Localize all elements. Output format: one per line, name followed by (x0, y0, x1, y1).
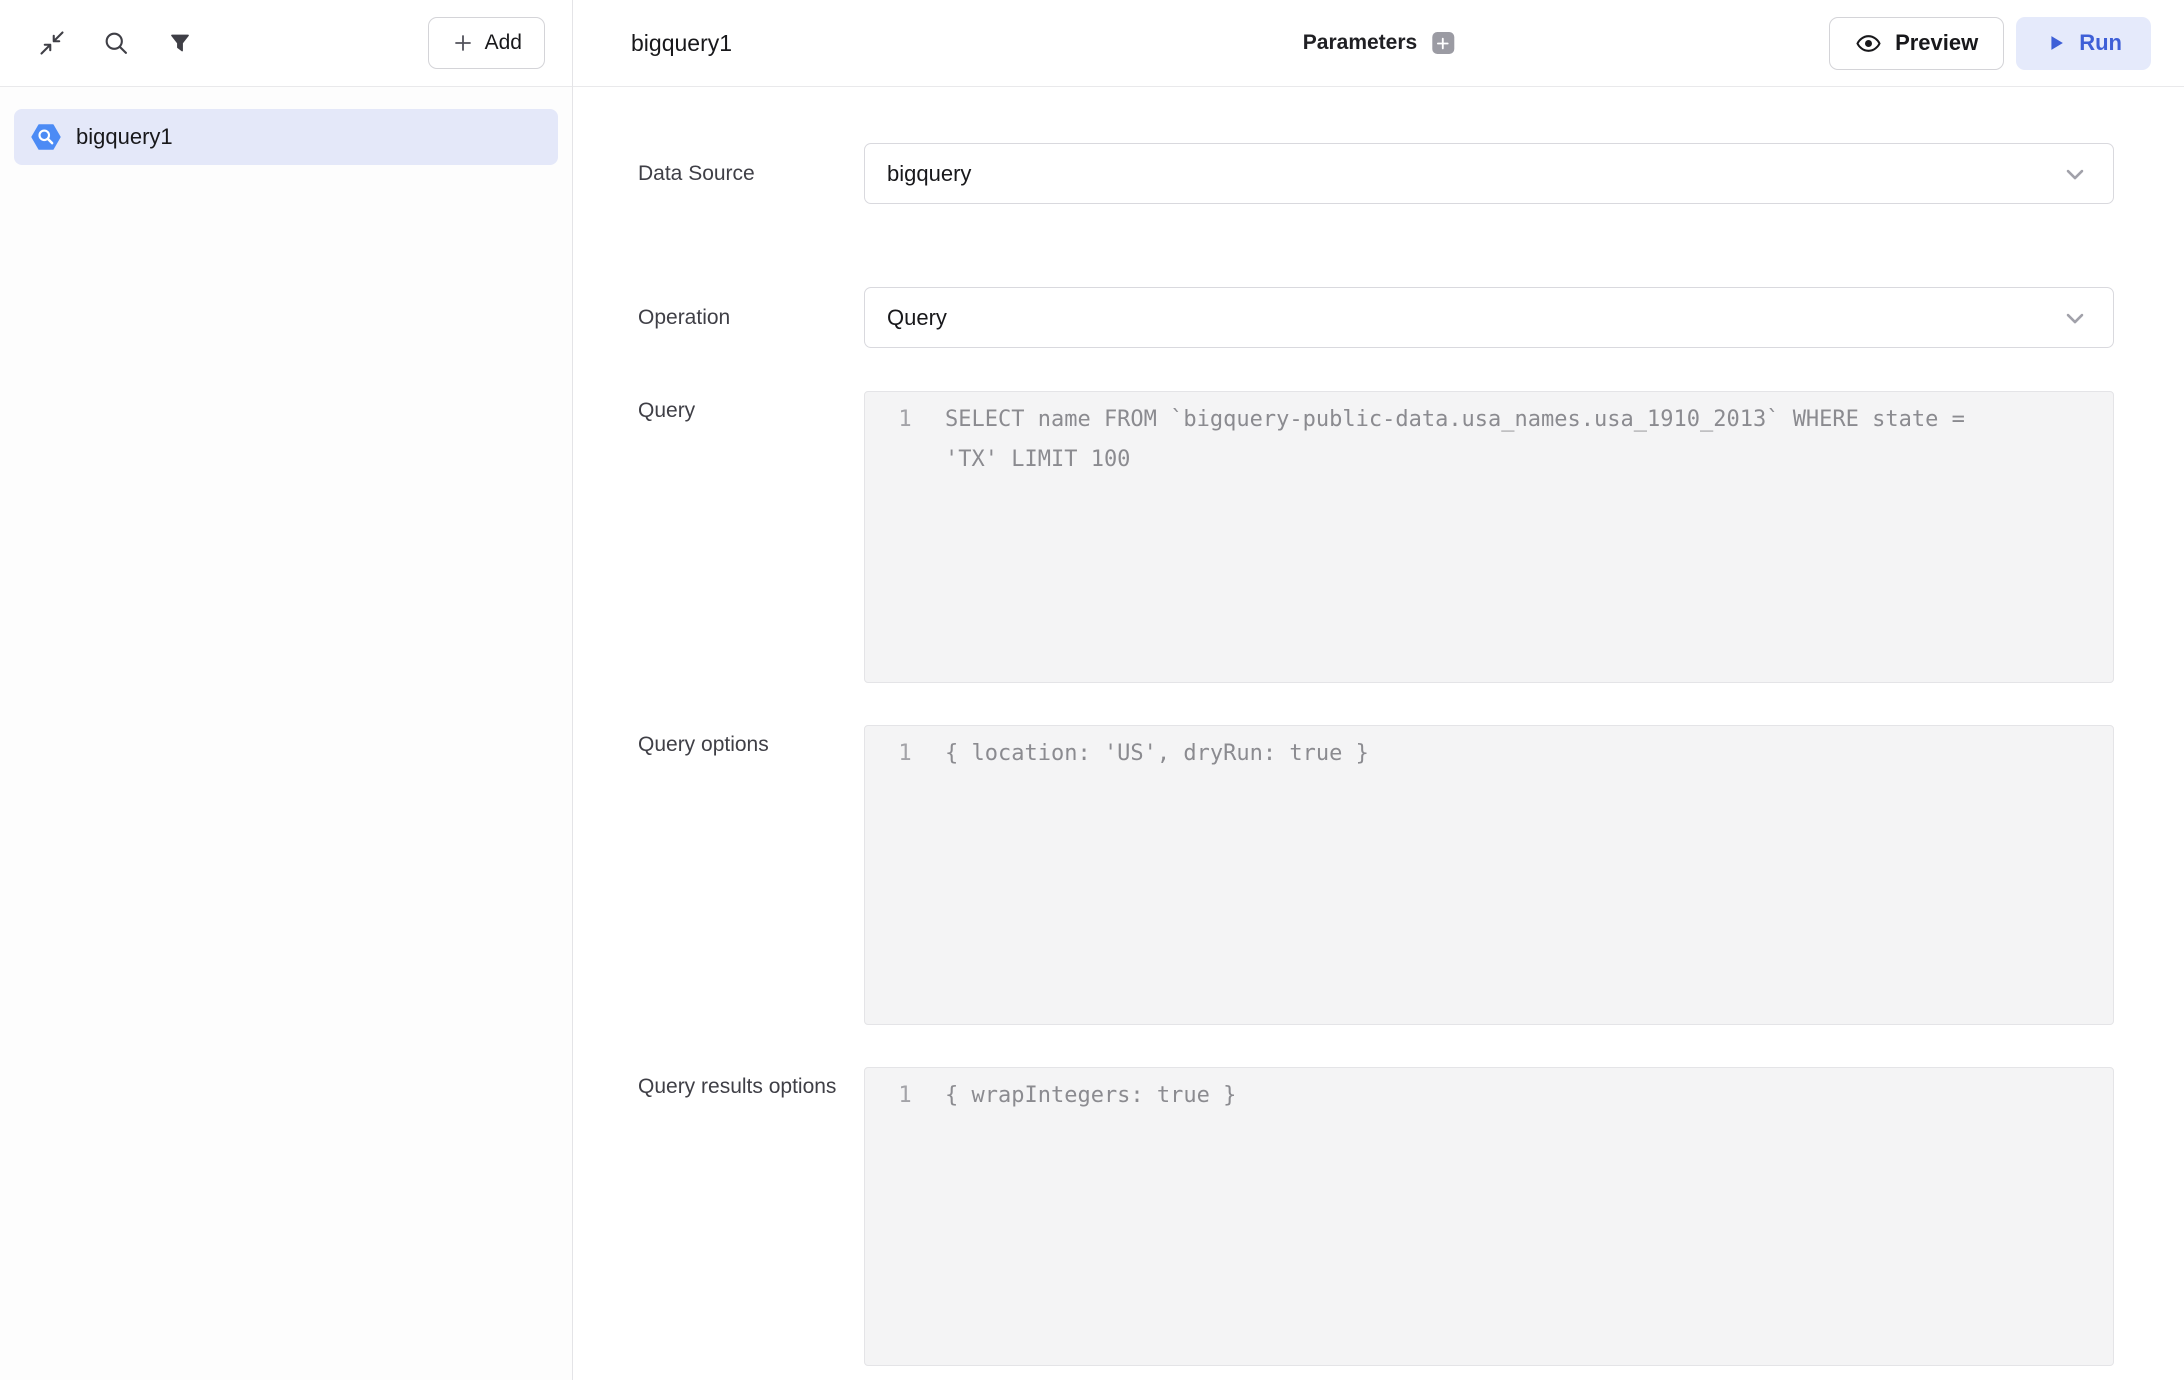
data-source-row: Data Source bigquery (638, 143, 2114, 204)
query-placeholder: SELECT name FROM `bigquery-public-data.u… (945, 400, 1995, 480)
operation-select[interactable]: Query (864, 287, 2114, 348)
parameters-label: Parameters (1303, 31, 1417, 55)
plus-icon (1437, 37, 1450, 50)
query-results-options-editor[interactable]: 1 { wrapIntegers: true } (864, 1067, 2114, 1366)
preview-button-label: Preview (1895, 30, 1978, 56)
query-sidebar: Add bigquery1 (0, 0, 573, 1380)
data-source-label: Data Source (638, 154, 838, 194)
add-button-label: Add (485, 31, 522, 55)
collapse-icon (38, 29, 66, 57)
query-row: Query 1 SELECT name FROM `bigquery-publi… (638, 391, 2114, 683)
line-number: 1 (865, 400, 945, 440)
query-options-editor[interactable]: 1 { location: 'US', dryRun: true } (864, 725, 2114, 1025)
line-number: 1 (865, 734, 945, 774)
query-results-options-row: Query results options 1 { wrapIntegers: … (638, 1067, 2114, 1366)
filter-icon (167, 30, 193, 56)
operation-label: Operation (638, 298, 838, 338)
query-options-placeholder: { location: 'US', dryRun: true } (945, 734, 1389, 774)
sidebar-toolbar: Add (0, 0, 572, 87)
operation-value: Query (887, 305, 947, 331)
query-list-item-bigquery1[interactable]: bigquery1 (14, 109, 558, 165)
query-header: bigquery1 Parameters Preview (573, 0, 2184, 87)
search-icon (102, 29, 130, 57)
query-editor-app: Add bigquery1 bigquery1 Parameters (0, 0, 2184, 1380)
data-source-select[interactable]: bigquery (864, 143, 2114, 204)
header-actions: Preview Run (1829, 17, 2151, 70)
query-code-editor[interactable]: 1 SELECT name FROM `bigquery-public-data… (864, 391, 2114, 683)
parameters-group: Parameters (1303, 31, 1454, 55)
play-icon (2045, 32, 2067, 54)
query-options-row: Query options 1 { location: 'US', dryRun… (638, 725, 2114, 1025)
query-options-label: Query options (638, 725, 838, 765)
page-title: bigquery1 (631, 30, 732, 57)
query-results-options-placeholder: { wrapIntegers: true } (945, 1076, 1256, 1116)
query-main-panel: bigquery1 Parameters Preview (573, 0, 2184, 1380)
bigquery-icon (31, 122, 61, 152)
query-label: Query (638, 391, 838, 431)
run-button[interactable]: Run (2016, 17, 2151, 70)
operation-row: Operation Query (638, 287, 2114, 348)
filter-button[interactable] (162, 25, 198, 61)
add-parameter-button[interactable] (1432, 32, 1454, 54)
add-query-button[interactable]: Add (428, 17, 545, 69)
chevron-down-icon (2061, 304, 2089, 332)
query-form: Data Source bigquery Operation Query (573, 87, 2184, 1380)
preview-button[interactable]: Preview (1829, 17, 2004, 70)
run-button-label: Run (2079, 30, 2122, 56)
line-number: 1 (865, 1076, 945, 1116)
query-results-options-label: Query results options (638, 1067, 838, 1107)
plus-icon (451, 31, 475, 55)
query-item-label: bigquery1 (76, 124, 173, 150)
search-button[interactable] (98, 25, 134, 61)
eye-icon (1855, 30, 1882, 57)
query-list: bigquery1 (0, 87, 572, 187)
chevron-down-icon (2061, 160, 2089, 188)
data-source-value: bigquery (887, 161, 971, 187)
collapse-panel-button[interactable] (34, 25, 70, 61)
